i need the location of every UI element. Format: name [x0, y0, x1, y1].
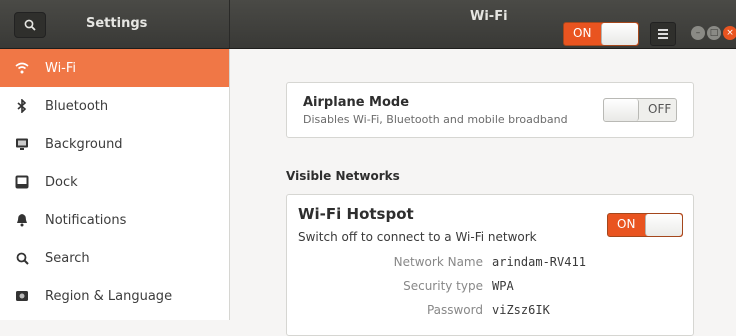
region-icon: [15, 289, 29, 303]
sidebar-item-notifications[interactable]: Notifications: [0, 201, 229, 239]
bluetooth-icon: [15, 99, 29, 113]
sidebar-item-label: Notifications: [45, 212, 127, 228]
wifi-switch-label: ON: [573, 26, 592, 40]
sidebar-item-dock[interactable]: Dock: [0, 163, 229, 201]
sidebar-item-label: Search: [45, 250, 90, 266]
close-icon[interactable]: ×: [723, 26, 736, 40]
network-name-value: arindam-RV411: [492, 255, 586, 269]
sidebar-item-label: Dock: [45, 174, 78, 190]
sidebar: Wi-Fi Bluetooth Background Dock Notifica…: [0, 49, 230, 320]
sidebar-item-label: Wi-Fi: [45, 60, 77, 76]
hotspot-title: Wi-Fi Hotspot: [298, 205, 414, 223]
airplane-mode-row: Airplane Mode Disables Wi-Fi, Bluetooth …: [286, 82, 694, 138]
hamburger-icon: [658, 37, 668, 39]
sidebar-item-search[interactable]: Search: [0, 239, 229, 277]
switch-knob: [604, 99, 639, 121]
sidebar-item-label: Region & Language: [45, 288, 173, 304]
wifi-hotspot-card: Wi-Fi Hotspot Switch off to connect to a…: [286, 194, 694, 336]
settings-title: Settings: [86, 16, 148, 31]
background-icon: [15, 137, 29, 151]
panel-title: Wi-Fi: [470, 9, 508, 24]
security-type-value: WPA: [492, 279, 514, 293]
sidebar-item-label: Background: [45, 136, 123, 152]
switch-knob: [645, 214, 682, 236]
password-label: Password: [426, 303, 483, 317]
sidebar-header: Settings: [0, 0, 230, 48]
sidebar-item-background[interactable]: Background: [0, 125, 229, 163]
header-bar: Settings Wi-Fi ON – □ ×: [0, 0, 736, 49]
bell-icon: [15, 213, 29, 227]
menu-button[interactable]: [650, 22, 676, 46]
dock-icon: [15, 175, 29, 189]
airplane-mode-title: Airplane Mode: [303, 95, 410, 110]
sidebar-item-wifi[interactable]: Wi-Fi: [0, 49, 229, 87]
search-icon: [15, 251, 29, 265]
wifi-icon: [15, 61, 29, 75]
search-icon: [24, 19, 36, 31]
hamburger-icon: [658, 29, 668, 31]
hotspot-switch[interactable]: ON: [607, 213, 683, 237]
minimize-icon[interactable]: –: [691, 26, 705, 40]
visible-networks-heading: Visible Networks: [286, 169, 400, 183]
search-button[interactable]: [14, 12, 46, 38]
security-type-label: Security type: [403, 279, 483, 293]
hotspot-switch-label: ON: [617, 217, 636, 231]
airplane-mode-switch[interactable]: OFF: [603, 98, 677, 122]
main-panel: Airplane Mode Disables Wi-Fi, Bluetooth …: [230, 49, 736, 336]
wifi-power-switch[interactable]: ON: [563, 22, 639, 46]
sidebar-item-label: Bluetooth: [45, 98, 109, 114]
password-value: viZsz6IK: [492, 303, 550, 317]
sidebar-item-bluetooth[interactable]: Bluetooth: [0, 87, 229, 125]
hotspot-description: Switch off to connect to a Wi-Fi network: [298, 230, 537, 244]
sidebar-item-region-language[interactable]: Region & Language: [0, 277, 229, 315]
maximize-icon[interactable]: □: [707, 26, 721, 40]
network-name-label: Network Name: [393, 255, 483, 269]
hamburger-icon: [658, 33, 668, 35]
switch-knob: [601, 23, 638, 45]
airplane-mode-description: Disables Wi-Fi, Bluetooth and mobile bro…: [303, 113, 568, 126]
airplane-switch-label: OFF: [648, 102, 672, 116]
